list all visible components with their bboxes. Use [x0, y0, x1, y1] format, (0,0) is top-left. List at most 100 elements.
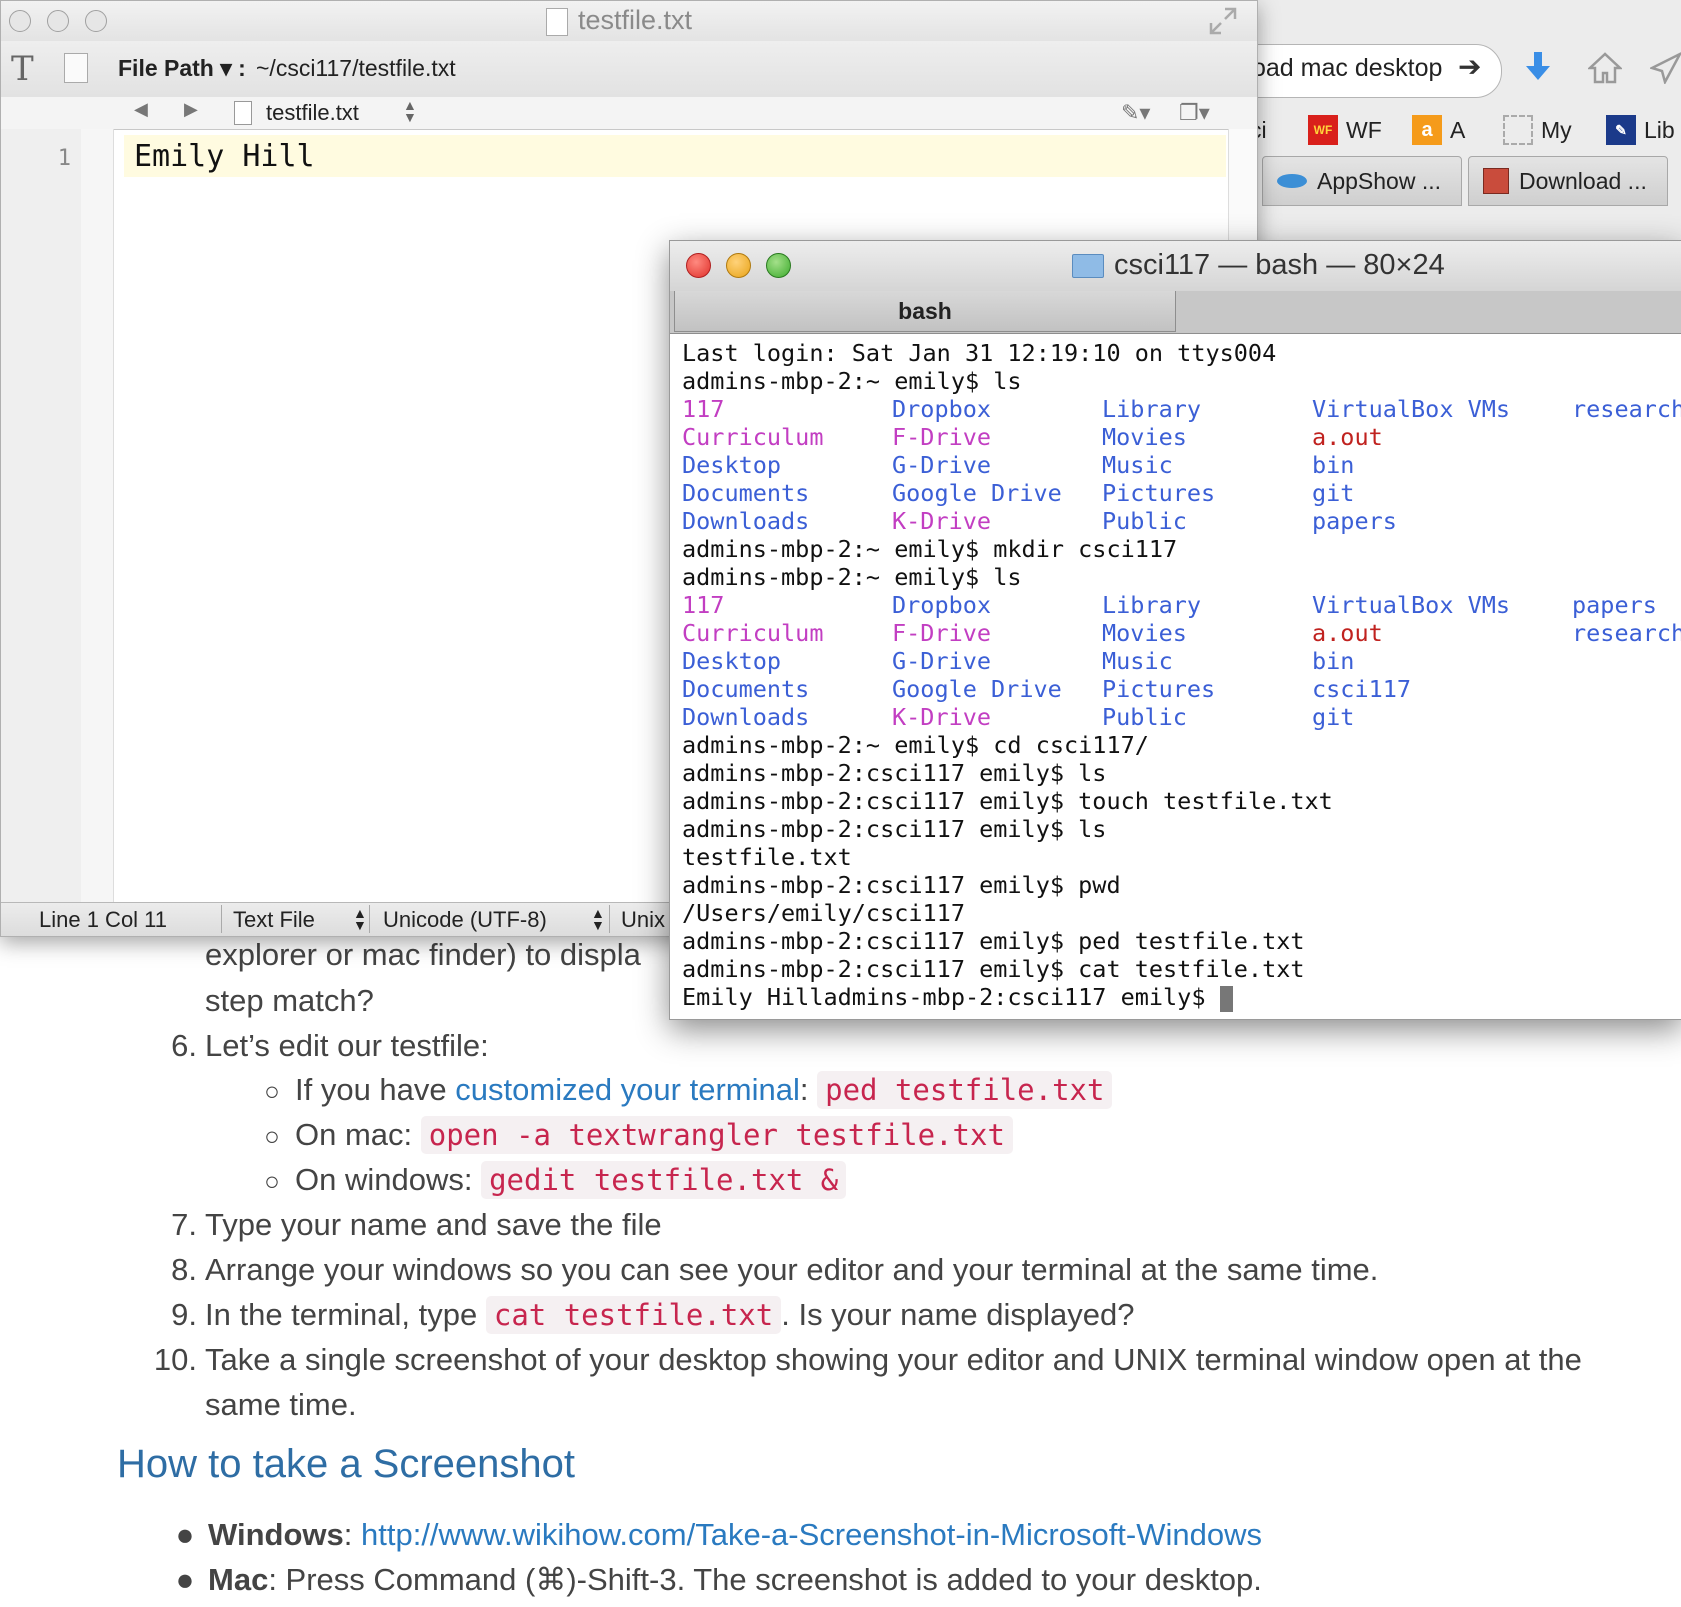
- file-path-menu[interactable]: File Path ▾ :: [118, 55, 246, 82]
- terminal-window: csci117 — bash — 80×24 bash Last login: …: [669, 240, 1681, 1020]
- terminal-line: testfile.txt: [682, 843, 852, 871]
- tab-bash[interactable]: bash: [674, 291, 1176, 332]
- circle-bullet-icon: ○: [264, 1121, 280, 1151]
- blank-page-icon: [1503, 115, 1533, 145]
- stepper-icon[interactable]: ▲ ▼: [403, 98, 417, 124]
- cursor-position[interactable]: Line 1 Col 11: [39, 907, 167, 933]
- close-button[interactable]: [9, 10, 31, 32]
- terminal-titlebar[interactable]: csci117 — bash — 80×24: [670, 241, 1681, 291]
- code-snippet: cat testfile.txt: [485, 1296, 782, 1334]
- zoom-button[interactable]: [85, 10, 107, 32]
- ls-entry: Movies: [1102, 619, 1187, 647]
- list-item-step-6: 6. Let’s edit our testfile:: [171, 1028, 489, 1063]
- code-snippet: ped testfile.txt: [817, 1071, 1113, 1109]
- list-item-step-9: 9. In the terminal, type cat testfile.txt…: [171, 1296, 1135, 1334]
- window-title: csci117 — bash — 80×24: [1072, 249, 1445, 282]
- ls-entry: Documents: [682, 479, 810, 507]
- ls-entry: 117: [682, 591, 725, 619]
- stepper-icon[interactable]: ▲ ▼: [353, 906, 367, 932]
- editor-titlebar[interactable]: testfile.txt: [1, 1, 1257, 41]
- back-arrow-icon[interactable]: ◀: [134, 99, 148, 120]
- line-endings-selector[interactable]: Unix: [621, 907, 665, 933]
- ls-entry: F-Drive: [892, 423, 992, 451]
- amazon-logo-icon: a: [1412, 115, 1442, 145]
- library-logo-icon: ✎: [1606, 115, 1636, 145]
- ls-entry: Library: [1102, 591, 1202, 619]
- download-icon[interactable]: [1525, 52, 1551, 82]
- bookmark-amazon[interactable]: aA: [1412, 110, 1465, 150]
- file-icon: [234, 101, 252, 125]
- list-item-mac: ● Mac: Press Command (⌘)-Shift-3. The scr…: [170, 1562, 1262, 1598]
- terminal-line: admins-mbp-2:~ emily$ mkdir csci117: [682, 535, 1178, 563]
- terminal-tab-bar: bash: [670, 291, 1681, 334]
- ls-row: 117 Dropbox Library VirtualBox VMs research: [682, 395, 1681, 423]
- copy-icon[interactable]: ❐▾: [1179, 100, 1210, 126]
- fullscreen-icon[interactable]: [1209, 7, 1237, 35]
- share-icon[interactable]: [1650, 52, 1681, 84]
- code-snippet: open -a textwrangler testfile.txt: [420, 1116, 1013, 1154]
- ls-row: 117 Dropbox Library VirtualBox VMs papers: [682, 591, 1681, 619]
- home-icon[interactable]: [1588, 52, 1622, 84]
- folder-icon: [1072, 254, 1104, 279]
- text-options-icon[interactable]: T: [11, 49, 34, 89]
- terminal-line: admins-mbp-2:csci117 emily$ ped testfile…: [682, 927, 1305, 955]
- ls-entry: Curriculum: [682, 619, 824, 647]
- list-item-windows: ● Windows: http://www.wikihow.com/Take-a-…: [170, 1517, 1262, 1553]
- ls-entry: bin: [1312, 647, 1355, 675]
- bookmark-my[interactable]: My: [1503, 110, 1572, 150]
- stepper-icon[interactable]: ▲ ▼: [591, 906, 605, 932]
- ls-row: Downloads K-Drive Public git: [682, 703, 1681, 731]
- ls-entry: Desktop: [682, 647, 782, 675]
- document-selector[interactable]: testfile.txt: [266, 100, 359, 126]
- terminal-line: admins-mbp-2:~ emily$ ls: [682, 367, 1022, 395]
- list-item-step-10: 10. Take a single screenshot of your desk…: [153, 1342, 1582, 1377]
- customized-terminal-link[interactable]: customized your terminal: [455, 1072, 800, 1107]
- encoding-selector[interactable]: Unicode (UTF-8): [383, 907, 547, 933]
- ls-entry: VirtualBox VMs: [1312, 395, 1511, 423]
- forward-arrow-icon[interactable]: ▶: [184, 99, 198, 120]
- list-item-sub-windows: ○ On windows: gedit testfile.txt &: [257, 1161, 847, 1199]
- ls-entry: Movies: [1102, 423, 1187, 451]
- document-icon[interactable]: [64, 53, 88, 83]
- ls-entry: 117: [682, 395, 725, 423]
- ls-entry: bin: [1312, 451, 1355, 479]
- instruction-fragment: explorer or mac finder) to displa: [205, 937, 641, 972]
- text-cursor: [1219, 985, 1233, 1012]
- ls-entry: VirtualBox VMs: [1312, 591, 1511, 619]
- ls-row: Downloads K-Drive Public papers: [682, 507, 1681, 535]
- browser-tab-appshow[interactable]: AppShow ...: [1262, 156, 1462, 206]
- navigation-bar: ◀ ▶ testfile.txt ▲ ▼ ✎▾ ❐▾: [1, 97, 1257, 130]
- ls-entry: Google Drive: [892, 479, 1062, 507]
- terminal-line: admins-mbp-2:csci117 emily$ cat testfile…: [682, 955, 1305, 983]
- ls-entry: Public: [1102, 703, 1187, 731]
- go-arrow-icon[interactable]: ➔: [1458, 50, 1481, 83]
- browser-tab-download[interactable]: Download ...: [1468, 156, 1668, 206]
- ls-entry: csci117: [1312, 675, 1412, 703]
- file-type-selector[interactable]: Text File: [233, 907, 315, 933]
- list-item-step-10-cont: same time.: [205, 1387, 357, 1422]
- ls-row: Desktop G-Drive Music bin: [682, 647, 1681, 675]
- wikihow-link[interactable]: http://www.wikihow.com/Take-a-Screenshot…: [361, 1517, 1262, 1552]
- minimize-button[interactable]: [47, 10, 69, 32]
- ls-entry: Music: [1102, 451, 1173, 479]
- bookmark-lib[interactable]: ✎ Lib: [1606, 110, 1675, 150]
- editor-toolbar: T File Path ▾ : ~/csci117/testfile.txt: [1, 41, 1257, 98]
- zoom-button[interactable]: [766, 253, 791, 278]
- close-button[interactable]: [686, 253, 711, 278]
- terminal-output[interactable]: Last login: Sat Jan 31 12:19:10 on ttys0…: [682, 339, 1681, 1012]
- ls-entry: Google Drive: [892, 675, 1062, 703]
- circle-bullet-icon: ○: [264, 1166, 280, 1196]
- ls-entry: Music: [1102, 647, 1173, 675]
- bookmark-wf[interactable]: WF WF: [1308, 110, 1382, 150]
- ls-output: 117 Dropbox Library VirtualBox VMs research C…: [682, 395, 1681, 535]
- terminal-line: admins-mbp-2:~ emily$ cd csci117/: [682, 731, 1149, 759]
- list-item-step-8: 8. Arrange your windows so you can see yo…: [171, 1252, 1379, 1287]
- ls-entry: Library: [1102, 395, 1202, 423]
- terminal-line: admins-mbp-2:csci117 emily$ touch testfi…: [682, 787, 1333, 815]
- minimize-button[interactable]: [726, 253, 751, 278]
- pen-icon[interactable]: ✎▾: [1121, 100, 1150, 126]
- list-item-step-7: 7. Type your name and save the file: [171, 1207, 662, 1242]
- ls-entry: K-Drive: [892, 507, 992, 535]
- ls-entry: Downloads: [682, 703, 810, 731]
- editor-text-area[interactable]: Emily Hill: [134, 139, 315, 174]
